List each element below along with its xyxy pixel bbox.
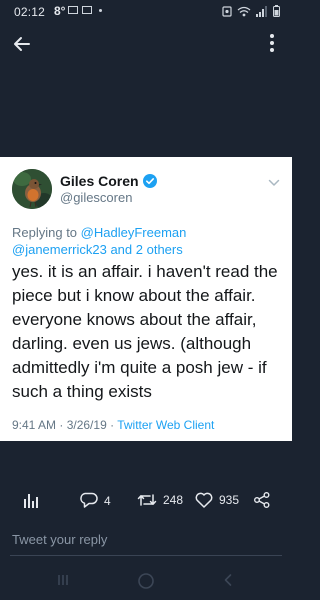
home-button[interactable] [137, 572, 155, 595]
display-name[interactable]: Giles Coren [60, 173, 139, 189]
battery-icon [273, 5, 280, 20]
replying-to-label: Replying to [12, 225, 78, 240]
analytics-icon [24, 494, 38, 508]
status-temperature: 8° [54, 4, 66, 18]
dot-icon [99, 8, 102, 12]
chevron-down-icon [268, 179, 280, 186]
like-count: 935 [219, 493, 240, 507]
reply-compose: Tweet your reply [0, 528, 292, 556]
share-button[interactable] [254, 492, 270, 508]
signal-icon [256, 5, 268, 20]
reply-icon [80, 492, 98, 508]
top-bar [0, 24, 292, 64]
name-row: Giles Coren [60, 173, 157, 189]
tweet-menu-button[interactable] [268, 175, 280, 186]
reply-button[interactable]: 4 [80, 492, 111, 509]
verified-badge-icon [142, 174, 157, 188]
system-nav-bar [0, 566, 292, 596]
avatar[interactable] [12, 169, 52, 209]
notification-icons [68, 6, 102, 14]
tweet-client-link[interactable]: Twitter Web Client [117, 418, 214, 432]
notification-icon [82, 6, 92, 14]
recent-apps-icon [58, 575, 68, 585]
divider [10, 555, 282, 556]
meta-separator: · [106, 418, 118, 432]
more-options-button[interactable] [262, 30, 282, 56]
more-vertical-icon [270, 34, 274, 52]
alarm-icon [222, 5, 232, 20]
tweet-date: 3/26/19 [66, 418, 107, 432]
arrow-left-icon [14, 37, 30, 51]
status-bar: 02:12 8° [0, 0, 292, 24]
retweet-icon [137, 494, 157, 506]
recent-apps-button[interactable] [56, 572, 70, 593]
back-button[interactable] [10, 32, 34, 56]
notification-icon [68, 6, 78, 14]
tweet-actions: 4 248 935 [0, 488, 292, 516]
heart-icon [195, 492, 213, 508]
tweet-time: 9:41 AM [12, 418, 57, 432]
reply-count: 4 [104, 493, 111, 508]
home-icon [138, 573, 154, 589]
retweet-button[interactable]: 248 [137, 492, 183, 508]
like-button[interactable]: 935 [195, 492, 239, 508]
robin-avatar-icon [12, 169, 52, 209]
reply-input[interactable]: Tweet your reply [12, 532, 107, 547]
replying-to-line: Replying to @HadleyFreeman @janemerrick2… [12, 224, 280, 258]
meta-separator: · [56, 418, 67, 432]
tweet-card: Giles Coren @gilescoren Replying to @Had… [0, 157, 292, 441]
back-nav-button[interactable] [222, 572, 234, 593]
tweet-text: yes. it is an affair. i haven't read the… [12, 262, 278, 401]
status-time: 02:12 [14, 5, 46, 19]
retweet-count: 248 [163, 493, 184, 507]
user-handle[interactable]: @gilescoren [60, 190, 132, 205]
tweet-meta: 9:41 AM · 3/26/19 · Twitter Web Client [12, 418, 214, 432]
analytics-button[interactable] [24, 492, 38, 508]
share-icon [254, 492, 270, 508]
wifi-icon [237, 6, 251, 20]
chevron-left-icon [224, 574, 232, 586]
system-icons [222, 5, 280, 20]
